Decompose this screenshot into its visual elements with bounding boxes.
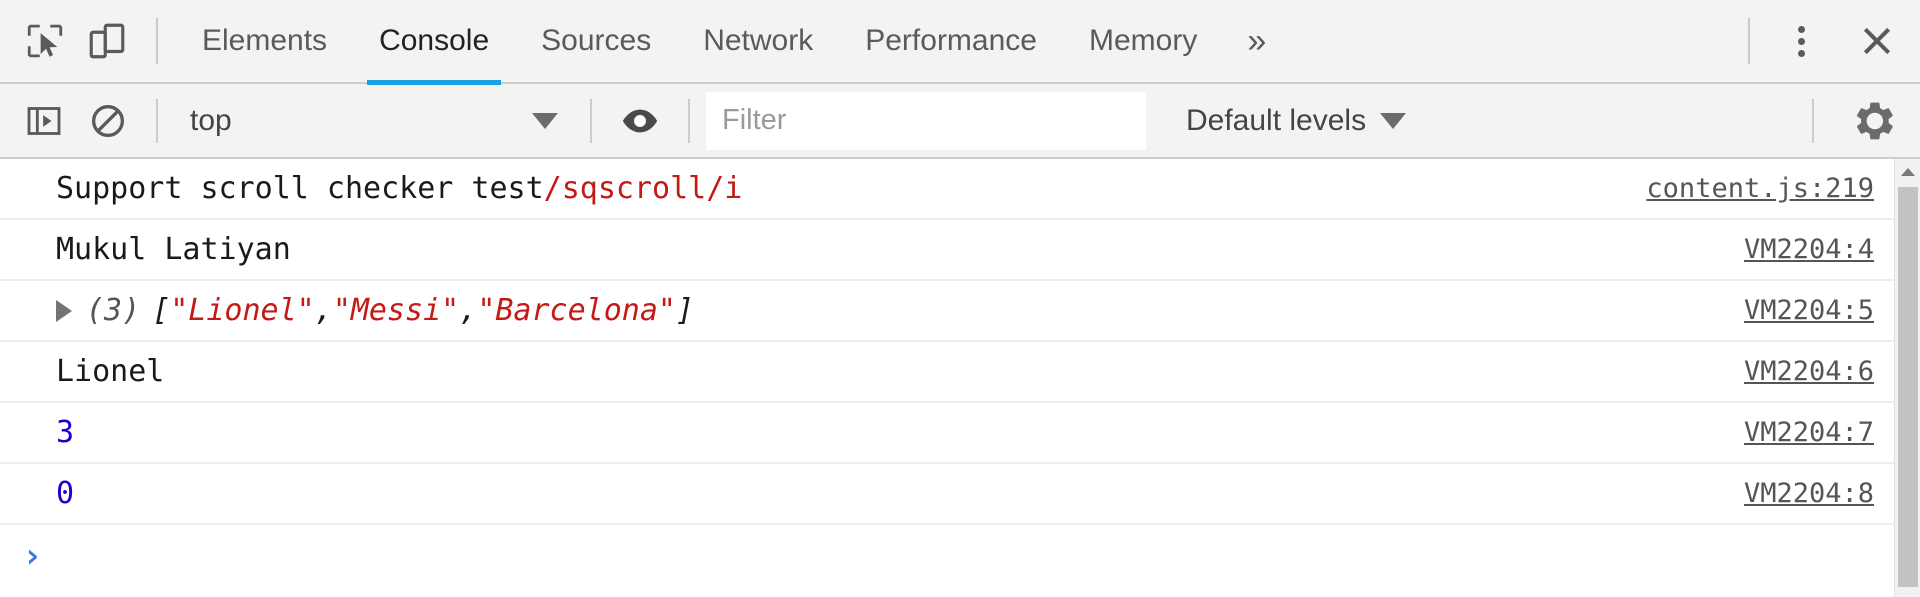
filterbar-divider-3 xyxy=(688,98,690,143)
clear-console-icon[interactable] xyxy=(76,89,140,153)
console-message-content: Lionel xyxy=(56,354,1724,389)
array-separator-1: , xyxy=(459,293,478,328)
console-sidebar-icon[interactable] xyxy=(12,89,76,153)
console-message-row[interactable]: Mukul Latiyan VM2204:4 xyxy=(0,220,1920,281)
tab-network-label: Network xyxy=(703,24,814,57)
console-token-text: Lionel xyxy=(56,354,165,389)
tab-performance-label: Performance xyxy=(865,24,1037,57)
scrollbar-up-arrow-icon[interactable] xyxy=(1895,159,1920,185)
console-message-content: (3) [ "Lionel" , "Messi" , "Barcelona" ] xyxy=(56,293,1724,328)
console-scrollbar[interactable] xyxy=(1894,159,1920,597)
execution-context-value: top xyxy=(190,103,232,137)
console-source-link[interactable]: VM2204:7 xyxy=(1744,417,1874,448)
tab-elements[interactable]: Elements xyxy=(176,0,353,83)
chevron-down-icon-levels xyxy=(1380,112,1407,129)
tab-memory[interactable]: Memory xyxy=(1063,0,1223,83)
console-source-link[interactable]: content.js:219 xyxy=(1646,173,1874,204)
console-message-content: 0 xyxy=(56,476,1724,511)
more-tabs-icon[interactable]: » xyxy=(1223,0,1290,83)
chevron-down-icon xyxy=(532,112,558,129)
array-item-2: "Barcelona" xyxy=(477,293,676,328)
console-message-row[interactable]: 0 VM2204:8 xyxy=(0,464,1920,525)
console-source-link[interactable]: VM2204:4 xyxy=(1744,234,1874,265)
console-prompt-input[interactable] xyxy=(56,538,1920,573)
console-output-panel: Support scroll checker test /sqscroll/i … xyxy=(0,159,1920,597)
console-token-regex: /sqscroll/i xyxy=(543,171,743,206)
console-message-row[interactable]: Support scroll checker test /sqscroll/i … xyxy=(0,159,1920,220)
console-token-number: 3 xyxy=(56,415,75,450)
tab-console[interactable]: Console xyxy=(353,0,515,85)
console-token-number: 0 xyxy=(56,476,75,511)
console-filter-toolbar: top Default levels xyxy=(0,84,1920,159)
console-message-content: 3 xyxy=(56,415,1724,450)
more-tabs-label: » xyxy=(1247,21,1267,60)
console-message-content: Support scroll checker test /sqscroll/i xyxy=(56,171,1626,206)
tab-memory-label: Memory xyxy=(1088,24,1198,57)
prompt-chevron-icon: › xyxy=(22,535,43,576)
console-prompt-row[interactable]: › xyxy=(0,525,1920,586)
console-message-row[interactable]: 3 VM2204:7 xyxy=(0,403,1920,464)
devtools-window: Elements Console Sources Network Perform… xyxy=(0,0,1920,597)
scrollbar-thumb[interactable] xyxy=(1898,187,1918,587)
console-message-row-array[interactable]: (3) [ "Lionel" , "Messi" , "Barcelona" ]… xyxy=(0,281,1920,342)
log-levels-label: Default levels xyxy=(1186,103,1367,137)
execution-context-select[interactable]: top xyxy=(174,91,574,151)
array-separator-0: , xyxy=(314,293,333,328)
array-item-1: "Messi" xyxy=(332,293,460,328)
console-message-content: Mukul Latiyan xyxy=(56,232,1724,267)
log-levels-select[interactable]: Default levels xyxy=(1166,91,1426,151)
inspect-element-icon[interactable] xyxy=(14,6,76,76)
console-message-row[interactable]: Lionel VM2204:6 xyxy=(0,342,1920,403)
device-toolbar-icon[interactable] xyxy=(76,6,138,76)
array-bracket-open: [ xyxy=(152,293,171,328)
close-icon[interactable] xyxy=(1834,6,1920,76)
filterbar-divider-1 xyxy=(156,98,158,143)
tab-sources-label: Sources xyxy=(541,24,652,57)
console-source-link[interactable]: VM2204:8 xyxy=(1744,478,1874,509)
devtools-tabbar: Elements Console Sources Network Perform… xyxy=(0,0,1920,85)
filter-input[interactable] xyxy=(706,91,1146,150)
tab-sources[interactable]: Sources xyxy=(515,0,677,83)
console-token-text: Mukul Latiyan xyxy=(56,232,291,267)
tab-network[interactable]: Network xyxy=(677,0,839,83)
gear-icon[interactable] xyxy=(1830,86,1920,156)
array-length-label: (3) xyxy=(86,293,141,328)
array-item-0: "Lionel" xyxy=(170,293,315,328)
expand-arrow-icon[interactable] xyxy=(56,299,72,322)
kebab-menu-icon[interactable] xyxy=(1768,6,1834,76)
tab-performance[interactable]: Performance xyxy=(839,0,1063,83)
console-source-link[interactable]: VM2204:6 xyxy=(1744,356,1874,387)
array-bracket-close: ] xyxy=(676,293,695,328)
tab-elements-label: Elements xyxy=(202,24,328,57)
console-token-text: Support scroll checker test xyxy=(56,171,544,206)
filterbar-divider-2 xyxy=(590,98,592,143)
live-expression-icon[interactable] xyxy=(608,89,672,153)
toolbar-divider xyxy=(156,18,158,64)
tab-console-label: Console xyxy=(379,24,490,57)
console-source-link[interactable]: VM2204:5 xyxy=(1744,295,1874,326)
toolbar-divider-right xyxy=(1748,18,1750,64)
filterbar-divider-4 xyxy=(1812,98,1814,143)
